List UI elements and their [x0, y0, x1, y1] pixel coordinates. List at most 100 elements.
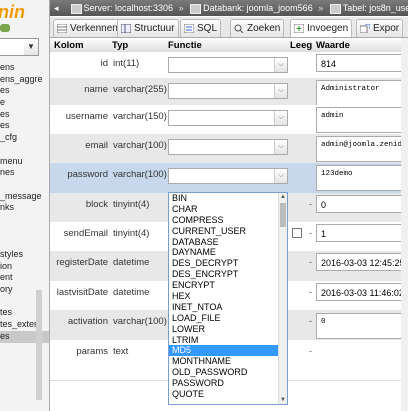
table-header: Kolom Typ Functie Leeg Waarde: [50, 38, 408, 53]
dropdown-option[interactable]: MD5: [169, 345, 287, 357]
column-type: int(11): [113, 58, 140, 69]
dropdown-option[interactable]: LOWER: [169, 324, 287, 335]
sidebar-table-item[interactable]: styles: [0, 249, 49, 261]
database-icon: [190, 3, 202, 14]
sidebar-table-item[interactable]: ent: [0, 272, 49, 284]
dropdown-option[interactable]: QUOTE: [169, 389, 287, 400]
sidebar-scrollbar[interactable]: [36, 290, 42, 400]
null-checkbox[interactable]: [292, 228, 302, 238]
navigation-sidebar: nin ▼ ens ens_aggre es e es es _cfg menu nes _mes…: [0, 0, 50, 411]
page-scrollbar[interactable]: [401, 38, 408, 411]
dropdown-option[interactable]: PASSWORD: [169, 378, 287, 389]
search-icon: [234, 24, 244, 33]
table-row: name varchar(255) ⌵ Administrator: [50, 78, 408, 106]
function-select[interactable]: ⌵: [168, 168, 288, 184]
function-select[interactable]: ⌵: [168, 57, 288, 73]
dash-icon: -: [309, 228, 312, 238]
tab-sql[interactable]: SQL: [180, 19, 222, 37]
sidebar-table-item[interactable]: menu: [0, 156, 49, 168]
sidebar-table-item[interactable]: [0, 144, 49, 156]
dropdown-option[interactable]: DES_DECRYPT: [169, 258, 287, 269]
dropdown-option[interactable]: CURRENT_USER: [169, 226, 287, 237]
chevron-down-icon[interactable]: ⌵: [274, 58, 287, 72]
value-field[interactable]: 123demo: [316, 165, 408, 191]
table-row: password varchar(100) ⌵ 123demo: [50, 163, 408, 194]
sidebar-table-item[interactable]: ens_aggre: [0, 74, 49, 86]
dropdown-option[interactable]: COMPRESS: [169, 215, 287, 226]
breadcrumb-table-label: Tabel: jos8n_users: [342, 3, 408, 13]
database-select[interactable]: [0, 38, 26, 56]
sidebar-table-item[interactable]: ens: [0, 62, 49, 74]
sidebar-table-item[interactable]: _cfg: [0, 132, 49, 144]
dropdown-option[interactable]: CHAR: [169, 204, 287, 215]
value-field[interactable]: Administrator: [316, 80, 408, 106]
dropdown-scrollbar[interactable]: ▲ ▼: [278, 193, 287, 404]
tab-label: Expor: [373, 23, 400, 34]
chevron-down-icon[interactable]: ⌵: [274, 84, 287, 98]
dropdown-option[interactable]: ENCRYPT: [169, 280, 287, 291]
value-field[interactable]: 2016-03-03 12:45:25: [316, 253, 408, 271]
chevron-down-icon[interactable]: ▼: [24, 38, 39, 56]
breadcrumb-server[interactable]: Server: localhost:3306: [67, 0, 173, 16]
table-row: email varchar(100) ⌵ admin@joomla.zenid.net: [50, 134, 408, 164]
sql-icon: [184, 24, 194, 33]
dropdown-option[interactable]: HEX: [169, 291, 287, 302]
value-field[interactable]: 1: [316, 224, 408, 242]
scroll-up-icon[interactable]: ▲: [279, 193, 287, 201]
dropdown-option[interactable]: DATABASE: [169, 237, 287, 248]
value-field[interactable]: 0: [316, 313, 408, 339]
breadcrumb: ◂ Server: localhost:3306 » Databank: joo…: [50, 0, 408, 16]
sidebar-table-item[interactable]: es: [0, 120, 49, 132]
dropdown-option[interactable]: OLD_PASSWORD: [169, 367, 287, 378]
tab-structure[interactable]: Structuur: [117, 19, 179, 37]
tab-insert[interactable]: Invoegen: [290, 19, 353, 37]
column-type: tinyint(4): [113, 228, 150, 239]
back-arrow-icon[interactable]: ◂: [50, 0, 64, 16]
dropdown-option[interactable]: DES_ENCRYPT: [169, 269, 287, 280]
sidebar-table-item[interactable]: nks: [0, 202, 49, 214]
dropdown-option[interactable]: BIN: [169, 193, 287, 204]
chevron-down-icon[interactable]: ⌵: [274, 140, 287, 154]
function-select[interactable]: ⌵: [168, 139, 288, 155]
chevron-down-icon[interactable]: ⌵: [274, 111, 287, 125]
column-type: varchar(100): [113, 316, 167, 327]
chevron-down-icon[interactable]: ⌵: [274, 169, 287, 183]
sidebar-table-item[interactable]: _message: [0, 191, 49, 203]
breadcrumb-separator: »: [178, 3, 184, 13]
function-select[interactable]: ⌵: [168, 110, 288, 126]
sidebar-table-item[interactable]: [0, 179, 49, 191]
value-field[interactable]: admin: [316, 107, 408, 133]
breadcrumb-table[interactable]: Tabel: jos8n_users: [326, 0, 408, 16]
dropdown-option[interactable]: MONTHNAME: [169, 356, 287, 367]
value-field[interactable]: 0: [316, 195, 408, 213]
scroll-thumb[interactable]: [280, 203, 286, 227]
value-field[interactable]: 2016-03-03 11:46:02: [316, 283, 408, 301]
tab-browse[interactable]: Verkennen: [53, 19, 122, 37]
server-icon: [70, 3, 82, 14]
sidebar-table-item[interactable]: ion: [0, 261, 49, 273]
sidebar-table-item[interactable]: es: [0, 85, 49, 97]
function-dropdown-list[interactable]: BIN CHAR COMPRESS CURRENT_USER DATABASE DAYNA…: [168, 192, 288, 405]
sidebar-table-item[interactable]: [0, 237, 49, 249]
sidebar-table-item[interactable]: [0, 226, 49, 238]
breadcrumb-database[interactable]: Databank: joomla_joom566: [186, 0, 313, 16]
value-field[interactable]: admin@joomla.zenid.net: [316, 136, 408, 162]
scroll-down-icon[interactable]: ▼: [279, 396, 287, 404]
dropdown-option[interactable]: DAYNAME: [169, 247, 287, 258]
value-field[interactable]: 814: [316, 54, 408, 72]
dropdown-option[interactable]: LTRIM: [169, 335, 287, 346]
sidebar-table-item[interactable]: e: [0, 97, 49, 109]
sidebar-table-item[interactable]: [0, 214, 49, 226]
dropdown-option[interactable]: LOAD_FILE: [169, 313, 287, 324]
column-type: varchar(100): [113, 140, 167, 151]
function-select[interactable]: ⌵: [168, 83, 288, 99]
tab-export[interactable]: Expor: [356, 19, 404, 37]
column-type: tinyint(4): [113, 199, 150, 210]
dropdown-option[interactable]: INET_NTOA: [169, 302, 287, 313]
sidebar-table-item[interactable]: nes: [0, 167, 49, 179]
tab-search[interactable]: Zoeken: [230, 19, 285, 37]
column-type: datetime: [113, 287, 150, 298]
phpmyadmin-logo[interactable]: nin: [0, 2, 25, 23]
sidebar-table-item[interactable]: es: [0, 109, 49, 121]
table-icon: [329, 3, 341, 14]
